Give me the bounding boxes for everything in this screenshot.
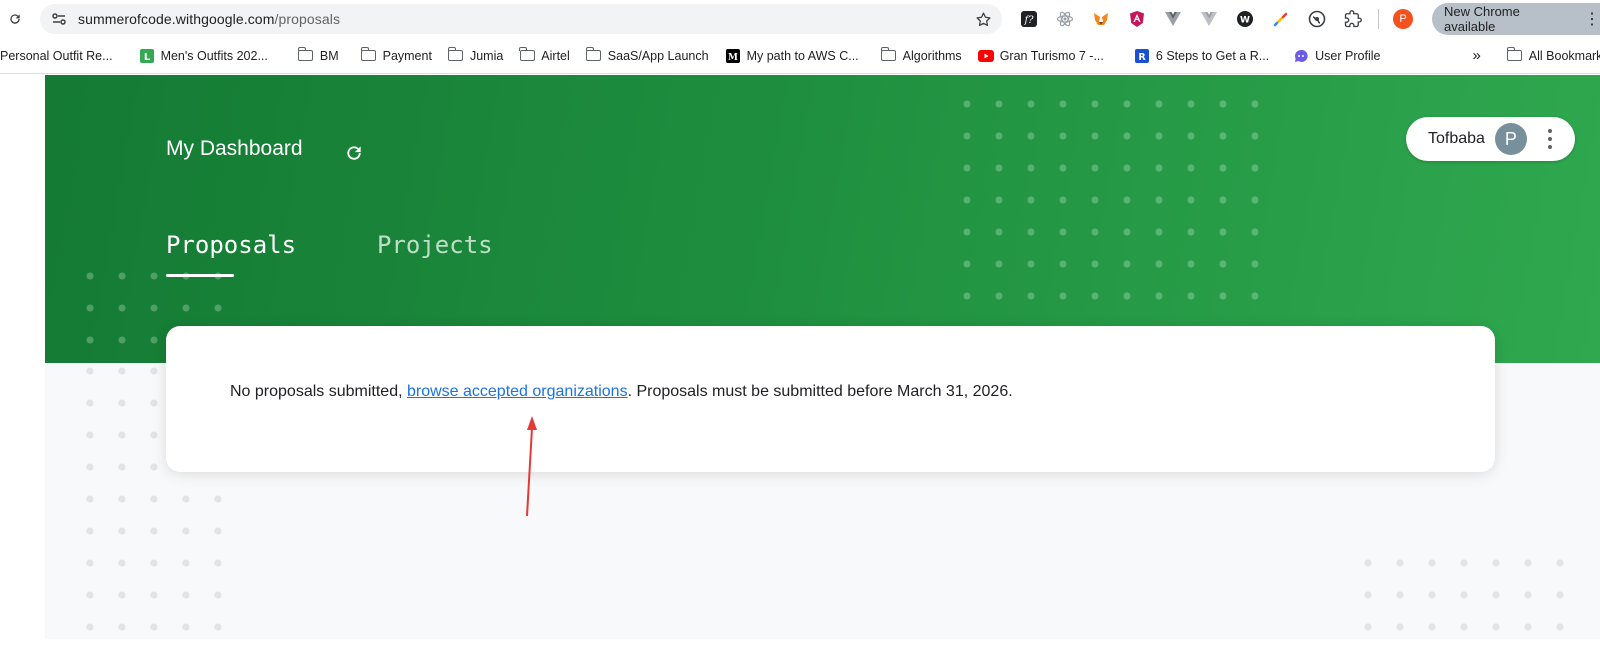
user-name: Tofbaba xyxy=(1428,130,1485,147)
bookmark-star-icon[interactable] xyxy=(974,10,992,28)
fx-extension-icon[interactable]: f? xyxy=(1018,8,1040,30)
bookmark-folder[interactable]: SaaS/App Launch xyxy=(578,44,717,68)
site-settings-icon[interactable] xyxy=(50,10,68,28)
extensions-puzzle-icon[interactable] xyxy=(1342,8,1364,30)
wappalyzer-icon[interactable]: W xyxy=(1234,8,1256,30)
bookmark-item[interactable]: L Men's Outfits 202... xyxy=(121,44,276,68)
dashboard-hero xyxy=(45,75,1600,363)
vue-devtools-icon[interactable] xyxy=(1162,8,1184,30)
svg-text:L: L xyxy=(143,52,150,63)
bookmark-label: Gran Turismo 7 -... xyxy=(999,48,1104,63)
svg-text:W: W xyxy=(1240,16,1250,26)
bookmark-label: My path to AWS C... xyxy=(746,48,859,63)
bookmark-label: 6 Steps to Get a R... xyxy=(1155,48,1270,63)
proposals-card: No proposals submitted, browse accepted … xyxy=(166,326,1495,472)
chat-bubble-icon xyxy=(1293,48,1309,64)
svg-text:R: R xyxy=(1138,52,1146,63)
bookmark-label: SaaS/App Launch xyxy=(607,48,709,63)
url-text: summerofcode.withgoogle.com/proposals xyxy=(78,11,340,27)
update-label: New Chrome available xyxy=(1444,4,1520,34)
bookmark-item[interactable]: M My path to AWS C... xyxy=(717,44,867,68)
bookmark-label: BM xyxy=(319,48,339,63)
url-path: /proposals xyxy=(274,11,341,27)
svg-text:M: M xyxy=(728,53,738,63)
tab-projects[interactable]: Projects xyxy=(377,231,493,259)
folder-icon xyxy=(585,47,602,64)
tab-proposals[interactable]: Proposals xyxy=(166,231,296,259)
folder-icon xyxy=(360,47,377,64)
reload-icon[interactable] xyxy=(4,8,26,30)
message-suffix: . Proposals must be submitted before Mar… xyxy=(627,383,1013,400)
bookmark-folder[interactable]: Payment xyxy=(347,44,440,68)
youtube-icon xyxy=(977,48,994,64)
angular-devtools-icon[interactable] xyxy=(1126,8,1148,30)
toolbar-separator xyxy=(1378,9,1379,29)
bookmark-item[interactable]: User Profile xyxy=(1277,44,1388,68)
page-title: My Dashboard xyxy=(166,137,303,160)
bookmarks-overflow-icon[interactable]: » xyxy=(1472,47,1480,64)
folder-icon xyxy=(1506,47,1523,64)
bookmark-label: Airtel xyxy=(541,48,570,63)
browse-organizations-link[interactable]: browse accepted organizations xyxy=(407,383,628,400)
folder-icon xyxy=(880,47,897,64)
bookmark-item[interactable]: Gran Turismo 7 -... xyxy=(970,44,1112,68)
empty-proposals-message: No proposals submitted, browse accepted … xyxy=(230,383,1013,401)
medium-icon: M xyxy=(725,48,741,64)
bookmark-label: Algorithms xyxy=(902,48,962,63)
chrome-menu-icon[interactable]: ⋮ xyxy=(1584,9,1600,29)
r-badge-icon: R xyxy=(1134,48,1150,64)
l-badge-icon: L xyxy=(139,48,155,64)
bookmark-label: Payment xyxy=(382,48,432,63)
decorative-dots xyxy=(951,88,1271,312)
vue-devtools-2-icon[interactable] xyxy=(1198,8,1220,30)
browser-toolbar: summerofcode.withgoogle.com/proposals f?… xyxy=(0,0,1600,38)
decorative-dots xyxy=(1352,547,1582,639)
message-prefix: No proposals submitted, xyxy=(230,383,407,400)
bookmark-label: Jumia xyxy=(469,48,504,63)
bookmark-item[interactable]: R 6 Steps to Get a R... xyxy=(1112,44,1277,68)
bookmark-label: Men's Outfits 202... xyxy=(160,48,268,63)
address-bar[interactable]: summerofcode.withgoogle.com/proposals xyxy=(40,4,1002,34)
bookmark-folder[interactable]: Airtel xyxy=(511,44,577,68)
metamask-icon[interactable] xyxy=(1090,8,1112,30)
bookmark-label: User Profile xyxy=(1315,48,1381,63)
bookmark-label: All Bookmarks xyxy=(1528,48,1600,63)
active-tab-indicator xyxy=(166,274,234,277)
chrome-profile-avatar[interactable]: P xyxy=(1393,9,1413,29)
bookmark-folder[interactable]: Jumia xyxy=(440,44,511,68)
folder-icon xyxy=(448,47,464,64)
folder-icon xyxy=(297,47,314,64)
color-picker-icon[interactable] xyxy=(1270,8,1292,30)
folder-icon xyxy=(519,47,535,64)
url-host: summerofcode.withgoogle.com xyxy=(78,11,275,27)
more-options-icon[interactable] xyxy=(1547,129,1553,149)
all-bookmarks-folder[interactable]: All Bookmarks xyxy=(1499,44,1600,68)
bookmark-folder[interactable]: Algorithms xyxy=(867,44,970,68)
avatar: P xyxy=(1494,123,1527,155)
new-chrome-available-button[interactable]: New Chrome available ⋮ xyxy=(1432,3,1600,35)
user-account-menu[interactable]: Tofbaba P xyxy=(1406,117,1575,161)
extensions-row: f? W P xyxy=(1018,8,1413,30)
svg-text:f?: f? xyxy=(1023,15,1034,26)
refresh-icon[interactable] xyxy=(342,141,366,165)
globe-extension-icon[interactable] xyxy=(1306,8,1328,30)
bookmarks-bar: Personal Outfit Re... L Men's Outfits 20… xyxy=(0,38,1600,74)
bookmark-label: Personal Outfit Re... xyxy=(0,48,113,63)
bookmark-item[interactable]: Personal Outfit Re... xyxy=(0,44,121,68)
page-viewport: My Dashboard Tofbaba P Proposals Project… xyxy=(0,75,1600,645)
react-devtools-icon[interactable] xyxy=(1054,8,1076,30)
bookmark-folder[interactable]: BM xyxy=(276,44,347,68)
